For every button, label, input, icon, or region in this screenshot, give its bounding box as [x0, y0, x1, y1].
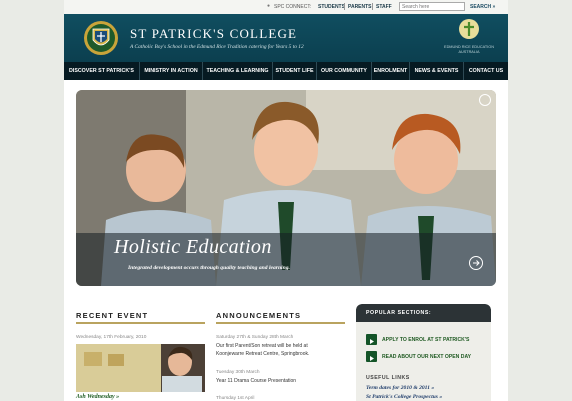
nav-discover[interactable]: DISCOVER ST PATRICK'S: [64, 62, 140, 80]
event-photo[interactable]: [76, 344, 205, 392]
nav-news-events[interactable]: NEWS & EVENTS: [410, 62, 464, 80]
play-arrow-icon[interactable]: [366, 351, 377, 362]
parents-link[interactable]: PARENTS: [348, 4, 372, 10]
announcement-text: Our first Parent/Son retreat will be hel…: [216, 343, 308, 349]
nav-ministry[interactable]: MINISTRY IN ACTION: [140, 62, 203, 80]
nav-enrolment[interactable]: ENROLMENT: [372, 62, 410, 80]
prospectus-link[interactable]: St Patrick's College Prospectus »: [366, 394, 442, 400]
apply-to-enrol-link[interactable]: APPLY TO ENROL AT ST PATRICK'S: [382, 337, 469, 343]
edmund-rice-logo-icon[interactable]: [458, 18, 480, 40]
search-button[interactable]: SEARCH »: [470, 4, 495, 10]
students-link[interactable]: STUDENTS: [318, 4, 345, 10]
popular-sections-panel: POPULAR SECTIONS: APPLY TO ENROL AT ST P…: [356, 304, 491, 401]
hero-title: Holistic Education: [114, 236, 272, 258]
main-nav: DISCOVER ST PATRICK'S MINISTRY IN ACTION…: [64, 62, 508, 80]
spc-connect-label: SPC CONNECT:: [274, 4, 312, 10]
pause-slideshow-icon[interactable]: [479, 94, 491, 106]
recent-event-date: Wednesday, 17th February, 2010: [76, 335, 147, 340]
utility-bar: ● SPC CONNECT: STUDENTS PARENTS STAFF SE…: [64, 0, 508, 14]
event-photo-image: [76, 344, 205, 392]
divider: [344, 3, 345, 10]
page: ● SPC CONNECT: STUDENTS PARENTS STAFF SE…: [64, 0, 508, 401]
college-crest-icon[interactable]: [82, 20, 120, 56]
play-arrow-icon[interactable]: [366, 334, 377, 345]
recent-event-heading: RECENT EVENT: [76, 311, 149, 320]
announcement-text: Koonjewarre Retreat Centre, Springbrook.: [216, 351, 310, 357]
nav-student-life[interactable]: STUDENT LIFE: [273, 62, 317, 80]
user-icon: ●: [267, 3, 271, 9]
announcement-date: Saturday 27th & Sunday 28th March: [216, 335, 294, 340]
college-name: ST PATRICK'S COLLEGE: [130, 26, 298, 41]
college-tagline: A Catholic Boy's School in the Edmund Ri…: [130, 44, 304, 50]
announcement-date: Thursday 1st April: [216, 396, 255, 401]
hero-subtitle: Integrated development occurs through qu…: [128, 265, 290, 271]
ash-wednesday-link[interactable]: Ash Wednesday »: [76, 394, 119, 400]
popular-sections-title: POPULAR SECTIONS:: [366, 310, 432, 316]
nav-teaching[interactable]: TEACHING & LEARNING: [203, 62, 273, 80]
arrow-right-icon: [473, 260, 480, 266]
popular-sections-header: POPULAR SECTIONS:: [356, 304, 491, 322]
staff-link[interactable]: STAFF: [376, 4, 392, 10]
announcements-rule: [216, 322, 345, 324]
term-dates-link[interactable]: Term dates for 2010 & 2011 »: [366, 385, 434, 391]
divider: [372, 3, 373, 10]
search-input[interactable]: [399, 2, 465, 11]
edmund-rice-text: EDMUND RICE EDUCATION AUSTRALIA: [444, 45, 494, 54]
recent-event-rule: [76, 322, 205, 324]
announcement-text: Year 11 Drama Course Presentation: [216, 378, 297, 384]
nav-community[interactable]: OUR COMMUNITY: [317, 62, 372, 80]
hero-banner[interactable]: Holistic Education Integrated developmen…: [76, 90, 496, 286]
announcements-heading: ANNOUNCEMENTS: [216, 311, 302, 320]
nav-contact[interactable]: CONTACT US: [464, 62, 508, 80]
site-header: ST PATRICK'S COLLEGE A Catholic Boy's Sc…: [64, 14, 508, 62]
next-slide-button[interactable]: [469, 256, 483, 270]
open-day-link[interactable]: READ ABOUT OUR NEXT OPEN DAY: [382, 354, 471, 360]
useful-links-heading: USEFUL LINKS: [366, 375, 410, 381]
announcement-date: Tuesday 30th March: [216, 370, 260, 375]
